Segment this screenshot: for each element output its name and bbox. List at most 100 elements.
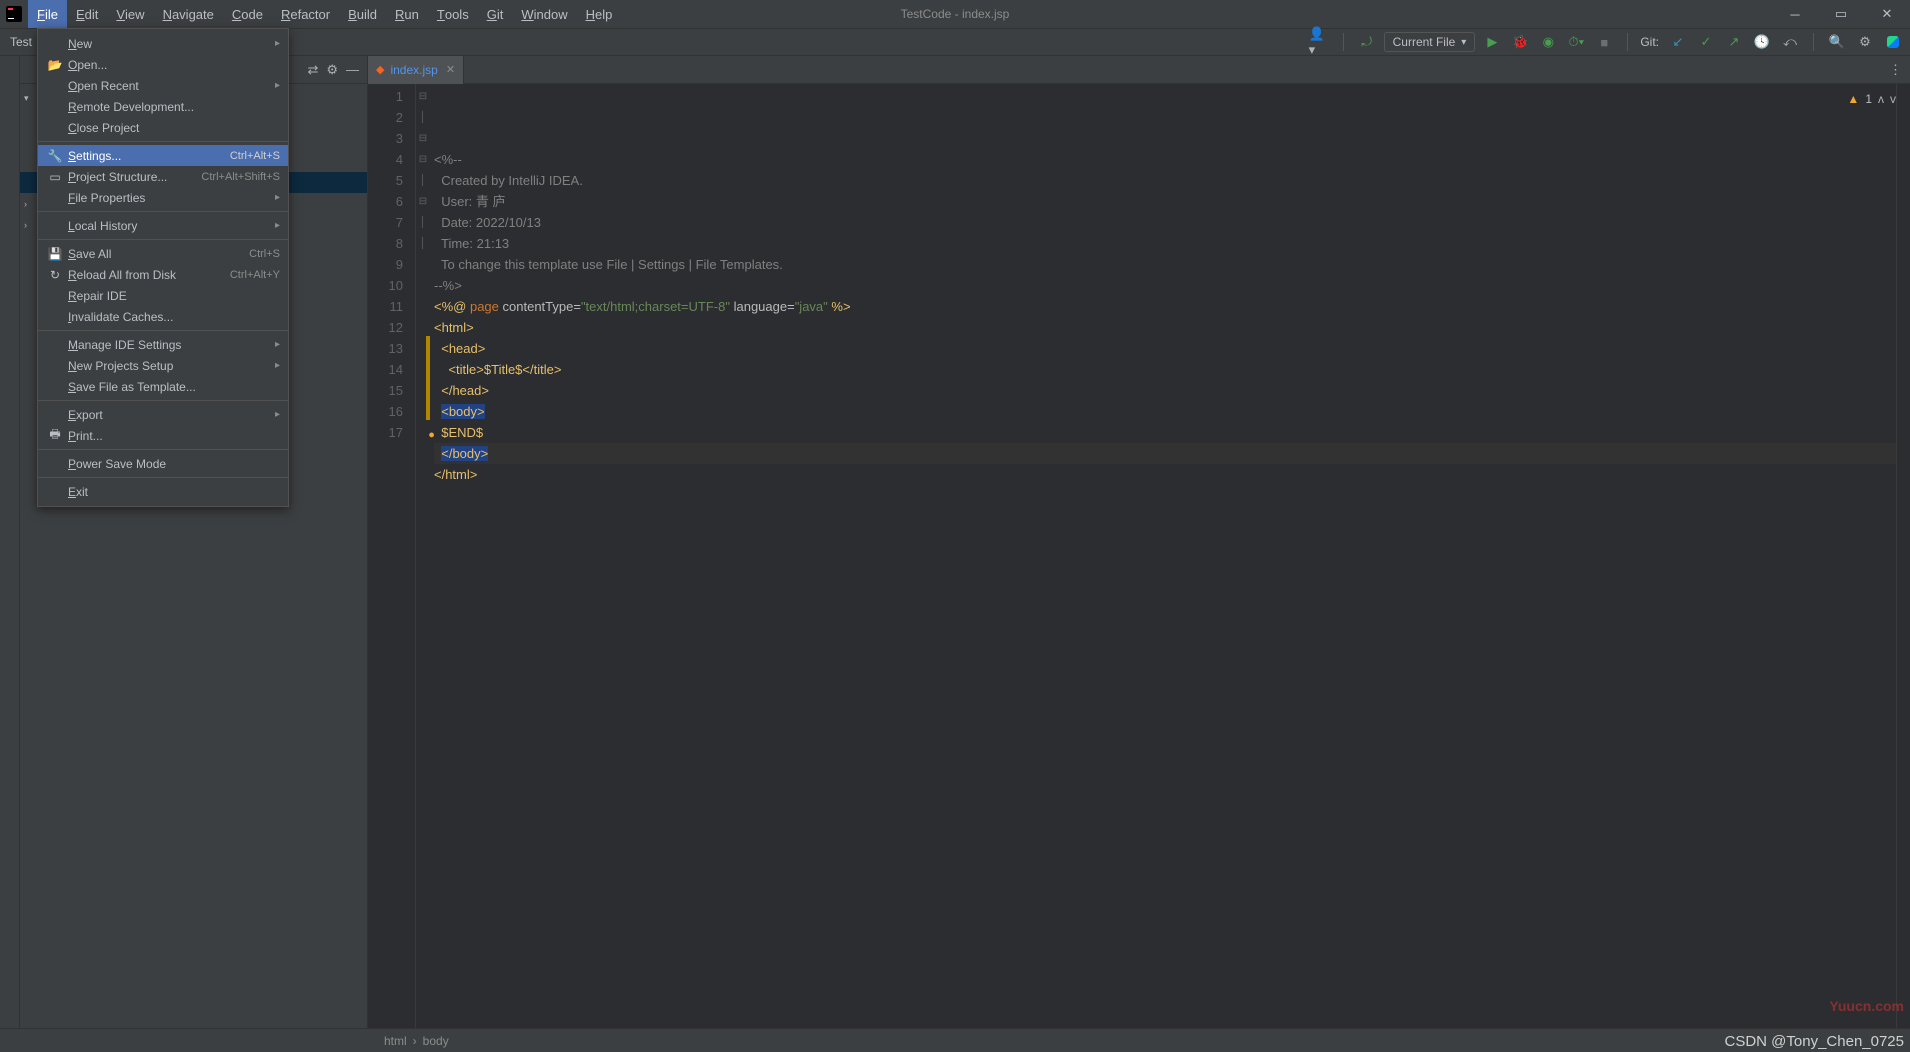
search-icon[interactable]: 🔍 [1826,31,1848,53]
menu-item-print[interactable]: 🖶Print... [38,425,288,446]
code-line-7[interactable]: --%> [434,275,1896,296]
code-line-16[interactable]: </html> [434,464,1896,485]
menu-item-new[interactable]: New▸ [38,33,288,54]
folder-icon: 📂 [46,58,64,72]
code-line-6[interactable]: To change this template use File | Setti… [434,254,1896,275]
code-line-14[interactable]: ●$END$ [434,422,1896,443]
maximize-button[interactable]: ▭ [1818,0,1864,28]
menu-item-settings[interactable]: 🔧Settings...Ctrl+Alt+S [38,145,288,166]
menu-item-repair-ide[interactable]: Repair IDE [38,285,288,306]
menu-run[interactable]: Run [386,0,428,28]
stop-icon[interactable]: ■ [1593,31,1615,53]
breadcrumb-item[interactable]: body [423,1034,449,1048]
breadcrumb-item[interactable]: html [384,1034,407,1048]
menu-window[interactable]: Window [512,0,576,28]
menu-item-local-history[interactable]: Local History▸ [38,215,288,236]
code-line-3[interactable]: User: 青 庐 [434,191,1896,212]
menu-navigate[interactable]: Navigate [154,0,223,28]
fold-gutter[interactable]: ⊟│⊟⊟│⊟││ [416,84,430,1028]
menu-item-save-all[interactable]: 💾Save AllCtrl+S [38,243,288,264]
menu-item-project-structure[interactable]: ▭Project Structure...Ctrl+Alt+Shift+S [38,166,288,187]
menu-refactor[interactable]: Refactor [272,0,339,28]
menu-item-close-project[interactable]: Close Project [38,117,288,138]
menu-item-label: Close Project [68,121,280,135]
breadcrumb[interactable]: html › body [384,1034,449,1048]
code-line-12[interactable]: </head> [434,380,1896,401]
error-stripe[interactable] [1896,84,1910,1028]
menu-item-open-recent[interactable]: Open Recent▸ [38,75,288,96]
git-push-icon[interactable]: ↗ [1723,31,1745,53]
menu-file[interactable]: File [28,0,67,28]
menu-item-open[interactable]: 📂Open... [38,54,288,75]
run-icon[interactable]: ▶ [1481,31,1503,53]
code-line-5[interactable]: Time: 21:13 [434,233,1896,254]
close-button[interactable]: ✕ [1864,0,1910,28]
build-icon[interactable]: ⤾ [1356,31,1378,53]
menu-edit[interactable]: Edit [67,0,107,28]
inspections-widget[interactable]: ▲ 1 ʌ v [1847,92,1896,106]
collapse-icon[interactable]: ⇄ [307,62,318,78]
menu-help[interactable]: Help [577,0,622,28]
tab-label: index.jsp [390,63,437,77]
code-line-11[interactable]: <title>$Title$</title> [434,359,1896,380]
code-line-13[interactable]: <body> [434,401,1896,422]
code-line-1[interactable]: <%-- [434,149,1896,170]
menu-item-invalidate-caches[interactable]: Invalidate Caches... [38,306,288,327]
menu-git[interactable]: Git [478,0,513,28]
tabs-more-icon[interactable]: ⋮ [1881,62,1910,78]
menu-tools[interactable]: Tools [428,0,478,28]
hide-icon[interactable]: — [346,62,359,78]
jsp-file-icon: ◆ [376,63,384,76]
minimize-button[interactable]: ─ [1772,0,1818,28]
code-line-2[interactable]: Created by IntelliJ IDEA. [434,170,1896,191]
left-tool-strip[interactable] [0,56,20,1028]
menu-separator [38,449,288,450]
window-title: TestCode - index.jsp [901,7,1010,21]
code-line-15[interactable]: </body> [434,443,1896,464]
menu-item-label: New [68,37,275,51]
submenu-arrow-icon: ▸ [275,80,280,91]
menu-item-manage-ide-settings[interactable]: Manage IDE Settings▸ [38,334,288,355]
code-content[interactable]: <%-- Created by IntelliJ IDEA. User: 青 庐… [430,84,1896,1028]
profiler-icon[interactable]: ⏱▾ [1565,31,1587,53]
submenu-arrow-icon: ▸ [275,339,280,350]
menu-item-export[interactable]: Export▸ [38,404,288,425]
user-icon[interactable]: 👤▾ [1309,31,1331,53]
menu-item-reload-all-from-disk[interactable]: ↻Reload All from DiskCtrl+Alt+Y [38,264,288,285]
codewithme-icon[interactable] [1882,31,1904,53]
menu-item-save-file-as-template[interactable]: Save File as Template... [38,376,288,397]
menu-view[interactable]: View [107,0,153,28]
project-breadcrumb[interactable]: Test [10,35,32,49]
git-commit-icon[interactable]: ✓ [1695,31,1717,53]
git-history-icon[interactable]: 🕓 [1751,31,1773,53]
menu-build[interactable]: Build [339,0,386,28]
settings-icon[interactable]: ⚙ [1854,31,1876,53]
line-gutter: 1234567891011121314151617 [368,84,416,1028]
submenu-arrow-icon: ▸ [275,409,280,420]
menu-item-new-projects-setup[interactable]: New Projects Setup▸ [38,355,288,376]
gear-icon[interactable]: ⚙ [326,62,338,78]
tab-close-icon[interactable]: ✕ [446,63,455,76]
menu-code[interactable]: Code [223,0,272,28]
menu-item-exit[interactable]: Exit [38,481,288,502]
code-line-8[interactable]: <%@ page contentType="text/html;charset=… [434,296,1896,317]
run-config-selector[interactable]: Current File [1384,32,1476,52]
git-update-icon[interactable]: ↙ [1667,31,1689,53]
code-line-10[interactable]: <head> [434,338,1896,359]
menu-item-remote-development[interactable]: Remote Development... [38,96,288,117]
code-line-17[interactable] [434,485,1896,506]
tab-index-jsp[interactable]: ◆ index.jsp ✕ [368,56,464,84]
prev-highlight-icon[interactable]: ʌ [1878,92,1884,106]
debug-icon[interactable]: 🐞 [1509,31,1531,53]
editor-body[interactable]: 1234567891011121314151617 ⊟│⊟⊟│⊟││ <%-- … [368,84,1910,1028]
coverage-icon[interactable]: ◉ [1537,31,1559,53]
menu-item-power-save-mode[interactable]: Power Save Mode [38,453,288,474]
menu-item-file-properties[interactable]: File Properties▸ [38,187,288,208]
code-line-4[interactable]: Date: 2022/10/13 [434,212,1896,233]
next-highlight-icon[interactable]: v [1890,92,1896,106]
menu-item-label: Invalidate Caches... [68,310,280,324]
git-rollback-icon[interactable]: ⤺ [1779,31,1801,53]
structure-icon: ▭ [46,170,64,184]
menu-item-label: File Properties [68,191,275,205]
code-line-9[interactable]: <html> [434,317,1896,338]
